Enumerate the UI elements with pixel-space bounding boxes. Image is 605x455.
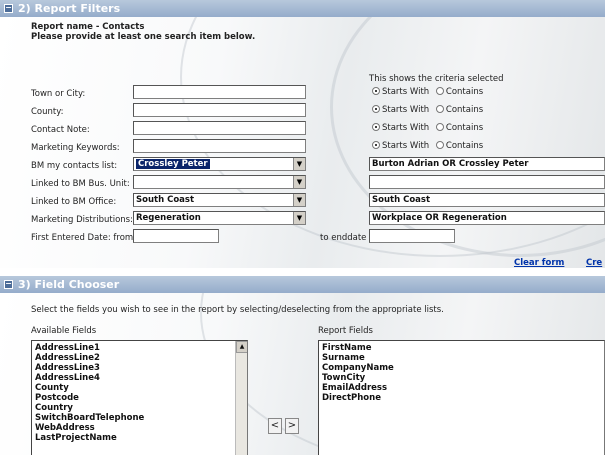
bm-list-criteria: Burton Adrian OR Crossley Peter bbox=[369, 157, 605, 171]
office-select[interactable]: South Coast ▼ bbox=[133, 193, 306, 207]
town-match-radios: Starts With Contains bbox=[372, 87, 483, 97]
field-chooser-panel: Select the fields you wish to see in the… bbox=[0, 293, 605, 455]
dropdown-arrow-icon[interactable]: ▼ bbox=[293, 158, 305, 170]
list-item[interactable]: AddressLine4 bbox=[35, 373, 244, 383]
list-item[interactable]: SwitchBoardTelephone bbox=[35, 413, 244, 423]
clear-form-link[interactable]: Clear form bbox=[514, 258, 564, 268]
list-item[interactable]: AddressLine3 bbox=[35, 363, 244, 373]
keywords-input[interactable] bbox=[133, 139, 306, 153]
list-item[interactable]: CompanyName bbox=[322, 363, 601, 373]
office-label: Linked to BM Office: bbox=[31, 197, 117, 207]
keywords-label: Marketing Keywords: bbox=[31, 143, 120, 153]
available-fields-label: Available Fields bbox=[31, 326, 97, 336]
report-filters-header[interactable]: − 2) Report Filters bbox=[0, 0, 605, 17]
date-to-input[interactable] bbox=[369, 229, 455, 243]
town-input[interactable] bbox=[133, 85, 306, 99]
date-from-input[interactable] bbox=[133, 229, 219, 243]
distributions-label: Marketing Distributions: bbox=[31, 215, 133, 225]
county-input[interactable] bbox=[133, 103, 306, 117]
contains-radio[interactable] bbox=[435, 141, 444, 149]
criteria-header: This shows the criteria selected bbox=[369, 74, 504, 84]
dropdown-arrow-icon[interactable]: ▼ bbox=[293, 176, 305, 188]
report-fields-list[interactable]: FirstName Surname CompanyName TownCity E… bbox=[318, 340, 605, 455]
note-match-radios: Starts With Contains bbox=[372, 123, 483, 133]
contains-label: Contains bbox=[445, 141, 484, 151]
move-left-button[interactable]: < bbox=[268, 418, 282, 434]
scrollbar[interactable]: ▲ bbox=[235, 341, 247, 455]
list-item[interactable]: Surname bbox=[322, 353, 601, 363]
contains-radio[interactable] bbox=[435, 123, 444, 131]
list-item[interactable]: DirectPhone bbox=[322, 393, 601, 403]
starts-with-radio[interactable] bbox=[372, 105, 380, 113]
distributions-select[interactable]: Regeneration ▼ bbox=[133, 211, 306, 225]
first-entered-label: First Entered Date: from bbox=[31, 233, 134, 243]
bus-unit-select[interactable]: ▼ bbox=[133, 175, 306, 189]
bm-list-select[interactable]: Crossley Peter ▼ bbox=[133, 157, 306, 171]
bus-unit-label: Linked to BM Bus. Unit: bbox=[31, 179, 130, 189]
list-item[interactable]: Postcode bbox=[35, 393, 244, 403]
bus-unit-criteria bbox=[369, 175, 605, 189]
starts-with-label: Starts With bbox=[382, 87, 430, 97]
contact-note-label: Contact Note: bbox=[31, 125, 90, 135]
distributions-criteria: Workplace OR Regeneration bbox=[369, 211, 605, 225]
dropdown-arrow-icon[interactable]: ▼ bbox=[293, 194, 305, 206]
collapse-icon[interactable]: − bbox=[4, 4, 13, 13]
to-enddate-label: to enddate bbox=[320, 233, 367, 243]
starts-with-label: Starts With bbox=[382, 123, 430, 133]
list-item[interactable]: AddressLine2 bbox=[35, 353, 244, 363]
filter-instruction: Please provide at least one search item … bbox=[31, 32, 256, 42]
distributions-value: Regeneration bbox=[136, 213, 201, 223]
list-item[interactable]: LastProjectName bbox=[35, 433, 244, 443]
contains-radio[interactable] bbox=[435, 87, 444, 95]
list-item[interactable]: TownCity bbox=[322, 373, 601, 383]
move-right-button[interactable]: > bbox=[285, 418, 299, 434]
field-chooser-instruction: Select the fields you wish to see in the… bbox=[31, 305, 444, 315]
list-item[interactable]: FirstName bbox=[322, 343, 601, 353]
list-item[interactable]: Country bbox=[35, 403, 244, 413]
starts-with-radio[interactable] bbox=[372, 87, 380, 95]
collapse-icon[interactable]: − bbox=[4, 280, 13, 289]
available-fields-list[interactable]: AddressLine1 AddressLine2 AddressLine3 A… bbox=[31, 340, 248, 455]
contains-label: Contains bbox=[445, 105, 484, 115]
bm-list-value: Crossley Peter bbox=[136, 159, 210, 169]
county-label: County: bbox=[31, 107, 64, 117]
office-value: South Coast bbox=[136, 195, 195, 205]
dropdown-arrow-icon[interactable]: ▼ bbox=[293, 212, 305, 224]
keywords-match-radios: Starts With Contains bbox=[372, 141, 483, 151]
contains-label: Contains bbox=[445, 123, 484, 133]
report-filters-panel: Report name - Contacts Please provide at… bbox=[0, 17, 605, 268]
contains-label: Contains bbox=[445, 87, 484, 97]
report-name: Report name - Contacts bbox=[31, 22, 145, 32]
bm-list-label: BM my contacts list: bbox=[31, 161, 118, 171]
list-item[interactable]: WebAddress bbox=[35, 423, 244, 433]
starts-with-radio[interactable] bbox=[372, 123, 380, 131]
starts-with-label: Starts With bbox=[382, 141, 430, 151]
office-criteria: South Coast bbox=[369, 193, 605, 207]
starts-with-label: Starts With bbox=[382, 105, 430, 115]
contains-radio[interactable] bbox=[435, 105, 444, 113]
list-item[interactable]: County bbox=[35, 383, 244, 393]
field-chooser-title: 3) Field Chooser bbox=[18, 278, 120, 291]
town-label: Town or City: bbox=[31, 89, 86, 99]
list-item[interactable]: EmailAddress bbox=[322, 383, 601, 393]
field-chooser-header[interactable]: − 3) Field Chooser bbox=[0, 276, 605, 293]
contact-note-input[interactable] bbox=[133, 121, 306, 135]
list-item[interactable]: AddressLine1 bbox=[35, 343, 244, 353]
scroll-up-icon[interactable]: ▲ bbox=[236, 341, 247, 353]
report-fields-label: Report Fields bbox=[318, 326, 373, 336]
starts-with-radio[interactable] bbox=[372, 141, 380, 149]
report-filters-title: 2) Report Filters bbox=[18, 2, 121, 15]
county-match-radios: Starts With Contains bbox=[372, 105, 483, 115]
create-link[interactable]: Cre bbox=[586, 258, 602, 268]
